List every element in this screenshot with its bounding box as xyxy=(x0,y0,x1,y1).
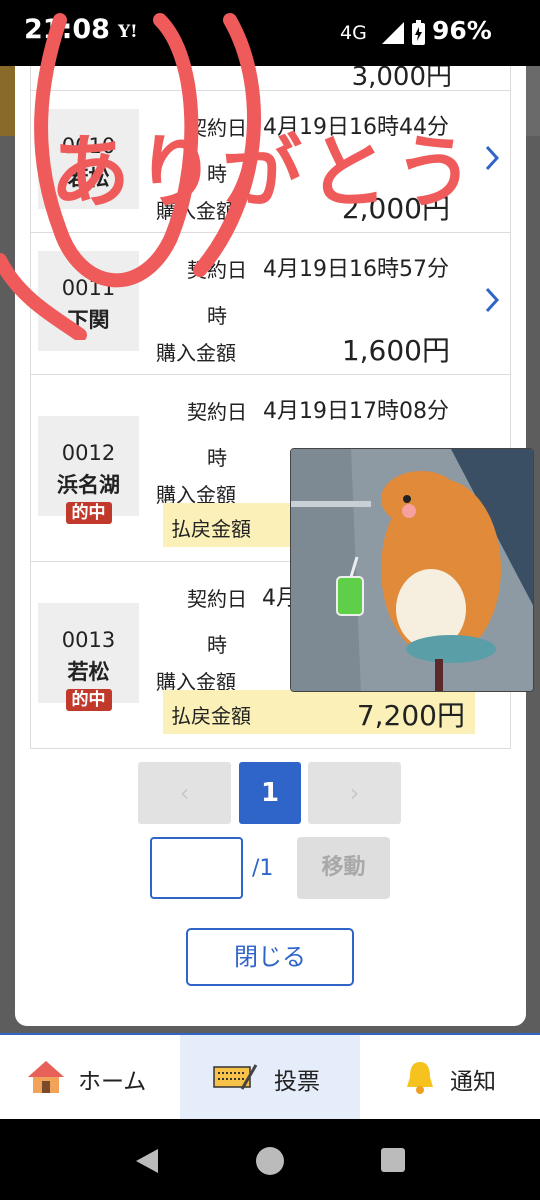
venue-name: 若松 xyxy=(67,660,110,684)
home-circle-icon[interactable] xyxy=(254,1145,286,1177)
system-nav-bar xyxy=(0,1119,540,1200)
hit-badge: 的中 xyxy=(65,502,112,524)
nav-item-vote[interactable]: 投票 xyxy=(180,1035,360,1119)
current-page-button[interactable]: 1 xyxy=(239,762,301,824)
ticket-icon xyxy=(213,1064,258,1090)
battery-percent: 96% xyxy=(432,16,492,45)
close-button[interactable]: 閉じる xyxy=(186,928,354,986)
contract-date-label: 契約日時 xyxy=(187,587,247,657)
nav-item-notify[interactable]: 通知 xyxy=(360,1035,540,1119)
network-type: 4G xyxy=(340,22,367,44)
back-icon[interactable] xyxy=(134,1147,160,1175)
thanks-handwriting: ありがとう xyxy=(50,126,480,219)
refund-label: 払戻金額 xyxy=(171,517,251,541)
recents-icon[interactable] xyxy=(380,1147,406,1173)
purchase-amount-label: 購入金額 xyxy=(156,341,236,365)
contract-date-label: 契約日時 xyxy=(187,400,247,470)
signal-icon xyxy=(382,22,404,44)
ticket-id-box: 0012 浜名湖 的中 xyxy=(38,416,139,524)
chevron-right-icon[interactable] xyxy=(484,145,500,171)
contract-date-value: 4月19日16時57分 xyxy=(263,257,449,282)
sticker-illustration-icon xyxy=(291,449,533,691)
home-icon xyxy=(28,1061,64,1093)
purchase-amount: 3,000円 xyxy=(351,66,452,92)
ticket-number: 0013 xyxy=(61,628,116,652)
pagination: ‹ 1 › xyxy=(138,762,401,824)
purchase-amount: 1,600円 xyxy=(341,334,450,367)
venue-name: 浜名湖 xyxy=(57,473,120,497)
battery-icon xyxy=(412,20,425,45)
next-page-button[interactable]: › xyxy=(308,762,401,824)
chevron-right-icon[interactable] xyxy=(484,287,500,313)
page-total: /1 xyxy=(252,856,274,881)
page-number-input[interactable] xyxy=(150,837,243,899)
nav-item-home[interactable]: ホーム xyxy=(0,1035,180,1119)
hit-badge: 的中 xyxy=(65,689,112,711)
move-button[interactable]: 移動 xyxy=(297,837,390,899)
nav-label: 投票 xyxy=(274,1069,320,1095)
refund-amount: 7,200円 xyxy=(356,699,465,732)
refund-bar: 払戻金額 7,200円 xyxy=(163,690,475,734)
bell-icon xyxy=(407,1062,433,1094)
prev-page-button[interactable]: ‹ xyxy=(138,762,231,824)
ticket-number: 0012 xyxy=(61,441,116,465)
nav-label: ホーム xyxy=(78,1069,147,1095)
bottom-nav: ホーム 投票 通知 xyxy=(0,1033,540,1119)
refund-label: 払戻金額 xyxy=(171,704,251,728)
contract-date-value: 4月19日17時08分 xyxy=(263,399,449,424)
nav-label: 通知 xyxy=(450,1069,496,1095)
drinking-otter-sticker xyxy=(290,448,534,692)
ticket-id-box: 0013 若松 的中 xyxy=(38,603,139,711)
